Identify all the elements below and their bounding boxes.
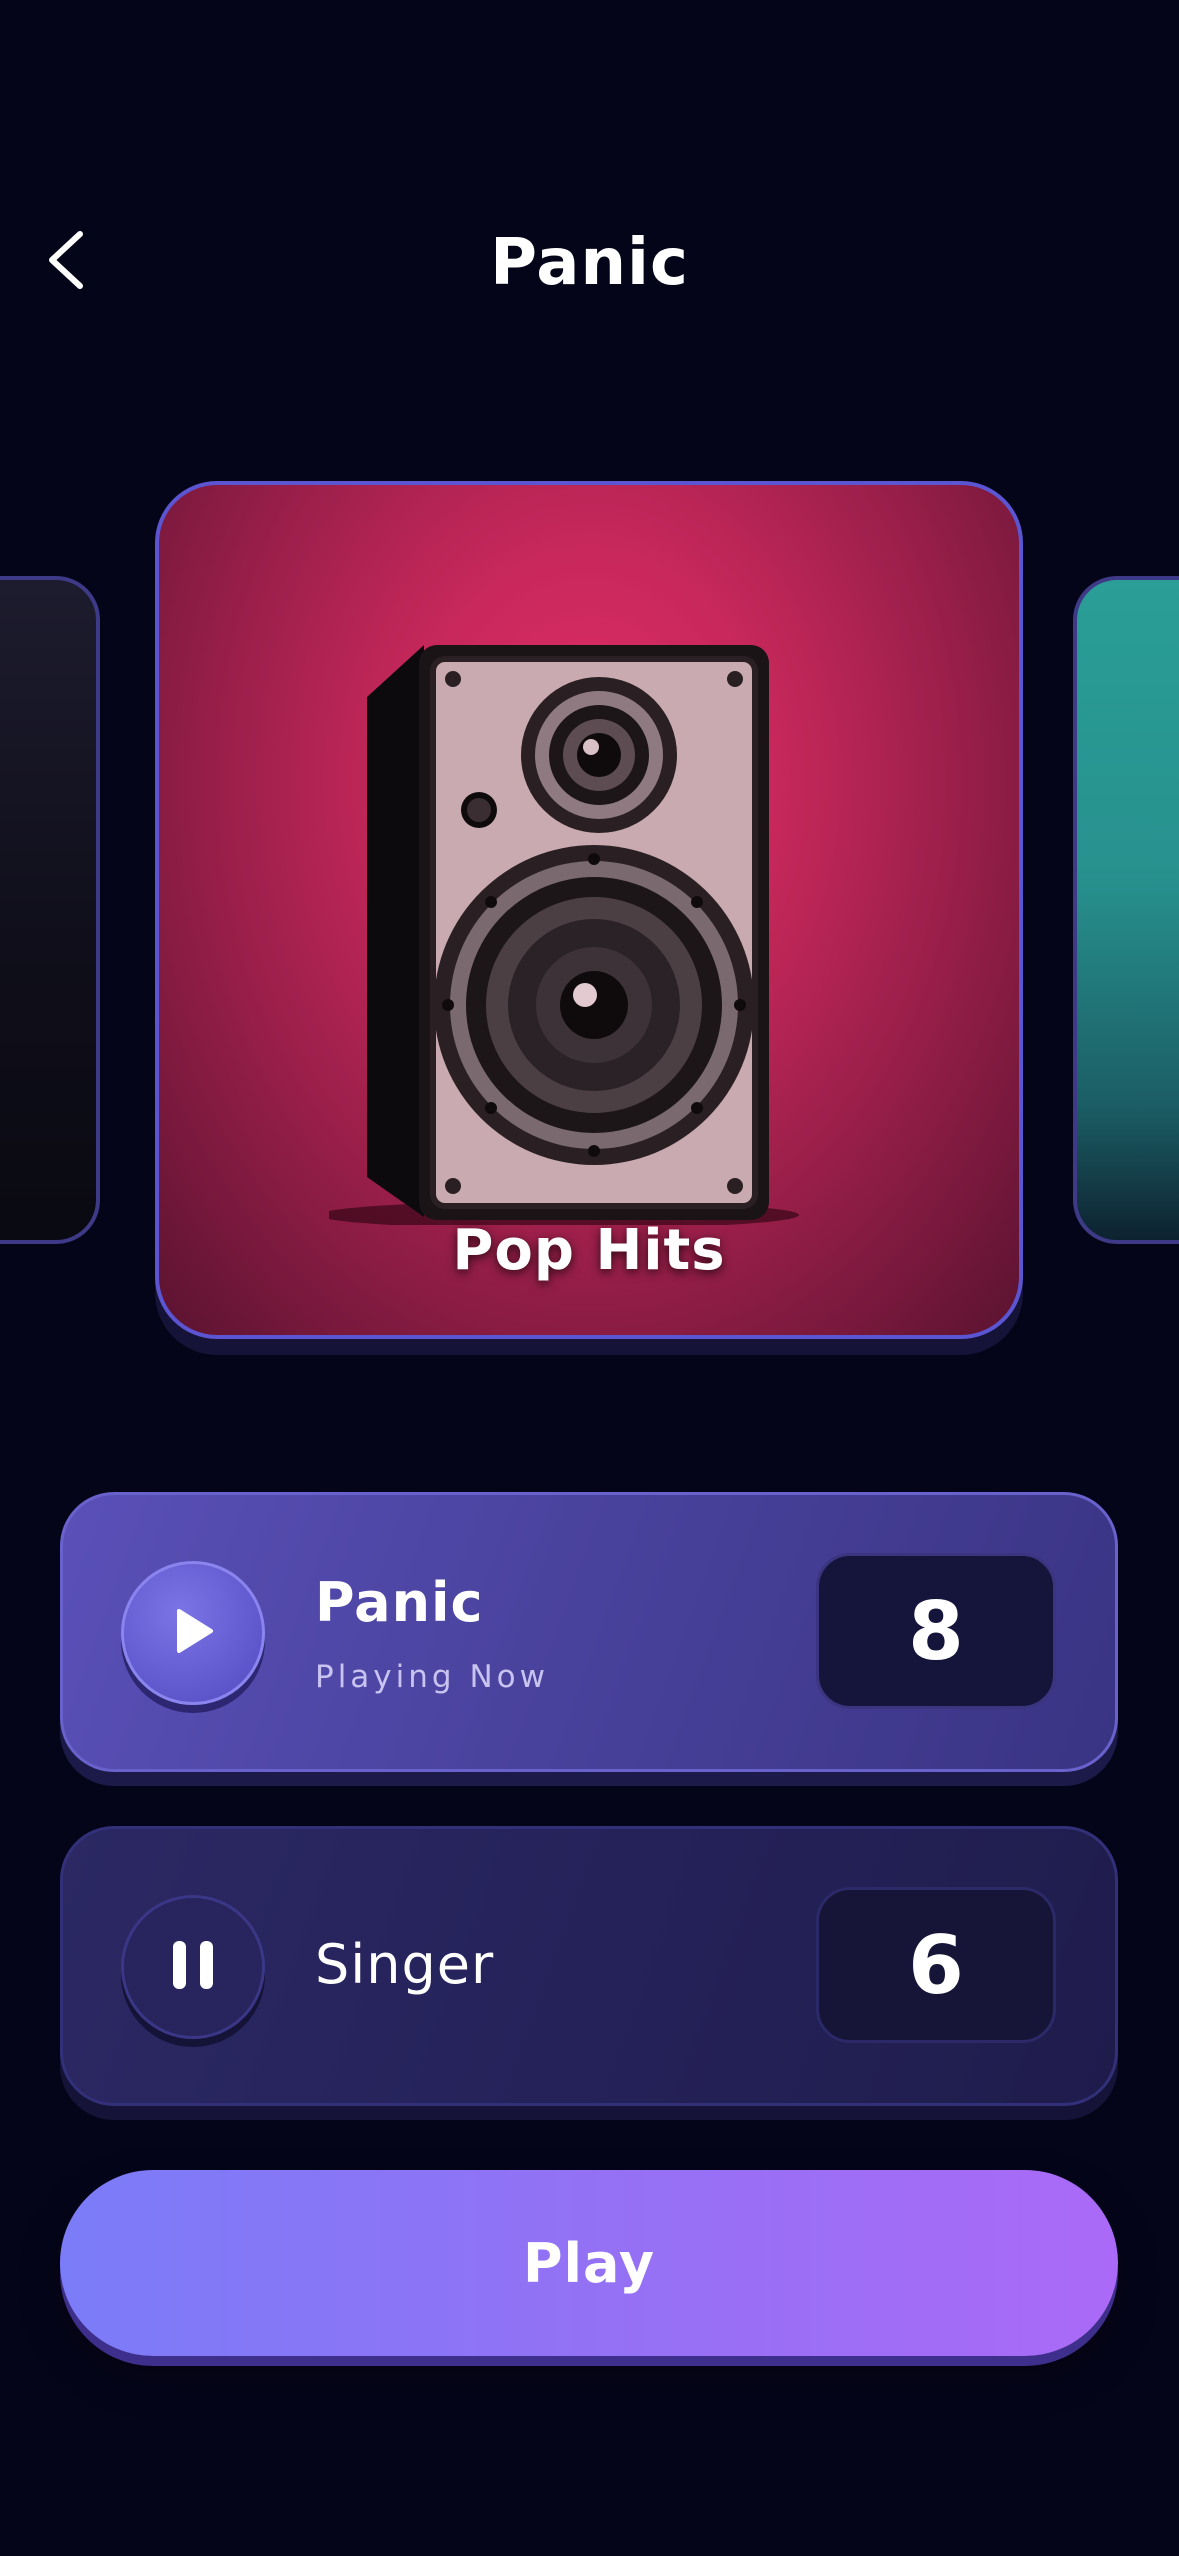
card-title: Pop Hits [452, 1218, 726, 1283]
track-count: 8 [816, 1553, 1056, 1709]
app-screen: Panic Pop Hits Panic Playing Now 8 Singe… [0, 0, 1179, 2556]
play-track-button[interactable] [121, 1561, 265, 1705]
track-row-active[interactable]: Panic Playing Now 8 [60, 1492, 1118, 1772]
carousel-card-featured[interactable]: Pop Hits [155, 481, 1023, 1339]
pause-icon [171, 1939, 215, 1995]
play-button[interactable]: Play [60, 2170, 1118, 2356]
page-title: Panic [490, 226, 689, 300]
pause-track-button[interactable] [121, 1895, 265, 2039]
track-count: 6 [816, 1887, 1056, 2043]
track-name: Panic [315, 1571, 484, 1634]
play-icon [171, 1607, 215, 1659]
carousel-card-previous[interactable] [0, 576, 100, 1244]
track-row[interactable]: Singer 6 [60, 1826, 1118, 2106]
track-name: Singer [315, 1933, 495, 1996]
carousel-card-next[interactable] [1073, 576, 1179, 1244]
speaker-artwork [329, 645, 799, 1225]
track-status: Playing Now [315, 1659, 549, 1695]
